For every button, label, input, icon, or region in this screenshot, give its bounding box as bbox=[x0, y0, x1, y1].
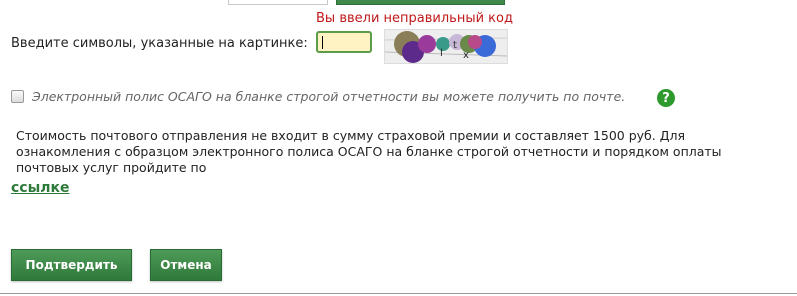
top-button-stub[interactable] bbox=[228, 0, 328, 5]
confirm-button[interactable]: Подтвердить bbox=[11, 249, 132, 281]
top-green-button-stub[interactable] bbox=[336, 0, 505, 5]
captcha-input[interactable] bbox=[316, 31, 372, 53]
postal-cost-info: Стоимость почтового отправления не входи… bbox=[16, 128, 722, 175]
svg-text:x: x bbox=[463, 50, 469, 61]
svg-text:l: l bbox=[440, 48, 443, 59]
question-circle-icon[interactable]: ? bbox=[657, 89, 675, 107]
details-link[interactable]: ссылке bbox=[11, 180, 70, 196]
svg-text:t: t bbox=[453, 40, 457, 51]
epolicy-label: Электронный полис ОСАГО на бланке строго… bbox=[32, 89, 626, 104]
cancel-button[interactable]: Отмена bbox=[150, 249, 222, 281]
text-caret bbox=[322, 36, 323, 49]
captcha-label: Введите символы, указанные на картинке: bbox=[11, 36, 308, 51]
captcha-image: l x t bbox=[384, 29, 508, 64]
epolicy-checkbox[interactable] bbox=[11, 90, 24, 103]
bottom-divider bbox=[0, 293, 797, 294]
captcha-error-message: Вы ввели неправильный код bbox=[316, 11, 513, 26]
